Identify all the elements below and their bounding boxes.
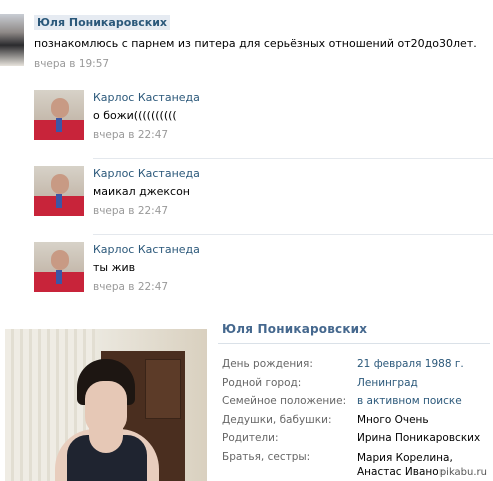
info-value-link[interactable]: Ленинград bbox=[357, 377, 418, 389]
info-row-hometown: Родной город: Ленинград bbox=[222, 377, 492, 396]
comment-timestamp[interactable]: вчера в 22:47 bbox=[93, 129, 168, 141]
comment-item: Карлос Кастанеда ты жив вчера в 22:47 bbox=[34, 242, 493, 318]
wall-post: Юля Поникаровских познакомлюсь с парнем … bbox=[0, 0, 493, 80]
post-author-link[interactable]: Юля Поникаровских bbox=[34, 15, 171, 30]
post-author-avatar[interactable] bbox=[0, 14, 24, 66]
profile-info-table: День рождения: 21 февраля 1988 г. Родной… bbox=[222, 358, 492, 478]
comment-item: Карлос Кастанеда о божи(((((((((( вчера … bbox=[34, 90, 493, 166]
comment-text: ты жив bbox=[93, 261, 136, 274]
info-label: Семейное положение: bbox=[222, 395, 347, 407]
comment-timestamp[interactable]: вчера в 22:47 bbox=[93, 281, 168, 293]
comment-author-avatar[interactable] bbox=[34, 166, 84, 216]
info-label: Родной город: bbox=[222, 376, 302, 389]
post-timestamp[interactable]: вчера в 19:57 bbox=[34, 58, 109, 70]
watermark: pikabu.ru bbox=[437, 467, 489, 478]
info-row-birthday: День рождения: 21 февраля 1988 г. bbox=[222, 358, 492, 377]
info-value: Много Очень bbox=[357, 413, 429, 426]
post-text: познакомлюсь с парнем из питера для серь… bbox=[34, 37, 477, 50]
info-value-link[interactable]: в активном поиске bbox=[357, 395, 462, 407]
comment-author-link[interactable]: Карлос Кастанеда bbox=[93, 167, 200, 180]
profile-photo[interactable] bbox=[5, 329, 207, 481]
comment-text: о божи(((((((((( bbox=[93, 109, 177, 122]
info-label: Дедушки, бабушки: bbox=[222, 413, 332, 426]
info-label: Родители: bbox=[222, 432, 279, 444]
profile-divider bbox=[218, 343, 490, 344]
comment-timestamp[interactable]: вчера в 22:47 bbox=[93, 205, 168, 217]
comment-divider bbox=[93, 158, 493, 159]
info-label: День рождения: bbox=[222, 358, 313, 370]
comment-author-link[interactable]: Карлос Кастанеда bbox=[93, 91, 200, 104]
info-value: Ирина Поникаровских bbox=[357, 432, 481, 444]
profile-name: Юля Поникаровских bbox=[222, 322, 368, 336]
info-value-link[interactable]: 21 февраля 1988 г. bbox=[357, 358, 464, 370]
info-row-parents: Родители: Ирина Поникаровских bbox=[222, 432, 492, 451]
comment-item: Карлос Кастанеда маикал джексон вчера в … bbox=[34, 166, 493, 242]
comment-divider bbox=[93, 234, 493, 235]
info-row-grandparents: Дедушки, бабушки: Много Очень bbox=[222, 414, 492, 433]
comment-author-link[interactable]: Карлос Кастанеда bbox=[93, 243, 200, 256]
info-label: Братья, сестры: bbox=[222, 450, 311, 463]
comment-author-avatar[interactable] bbox=[34, 242, 84, 292]
comment-text: маикал джексон bbox=[93, 185, 190, 198]
info-row-relationship: Семейное положение: в активном поиске bbox=[222, 395, 492, 414]
comment-author-avatar[interactable] bbox=[34, 90, 84, 140]
